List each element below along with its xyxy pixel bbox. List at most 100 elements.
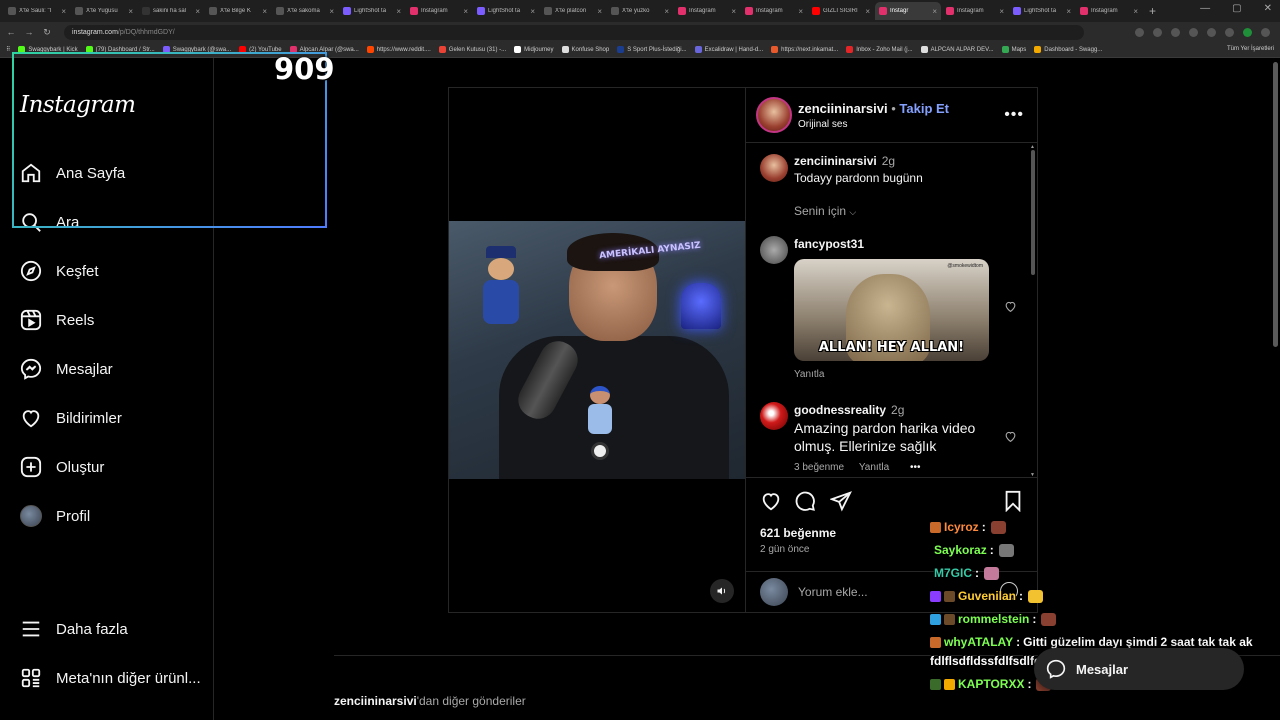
comment-avatar[interactable] [760, 236, 788, 264]
tab-close-icon[interactable]: × [262, 7, 267, 16]
extension-icon[interactable] [1189, 27, 1198, 37]
bookmark-item[interactable]: Maps [1001, 46, 1026, 53]
reload-icon[interactable]: ↻ [40, 27, 54, 38]
scroll-thumb[interactable] [1031, 150, 1035, 275]
page-scrollbar[interactable] [1273, 62, 1278, 347]
comment-likes[interactable]: 3 beğenme [794, 462, 844, 473]
tab-close-icon[interactable]: × [731, 7, 736, 16]
like-icon[interactable] [760, 490, 782, 512]
bookmark-item[interactable]: https://next.inkamat... [771, 46, 838, 53]
video-frame[interactable]: AMERİKALI AYNASIZ [449, 221, 745, 479]
tab-close-icon[interactable]: × [530, 7, 535, 16]
sidebar-item-meta[interactable]: Meta'nın diğer ürünl... [20, 667, 201, 689]
comment-icon[interactable] [794, 490, 816, 512]
audio-label[interactable]: Orijinal ses [798, 119, 847, 130]
sidebar-item-more[interactable]: Daha fazla [20, 618, 128, 640]
bookmark-item[interactable]: Gelen Kutusu (31) -... [438, 46, 506, 53]
browser-tab[interactable]: X'te Bilge K × [205, 2, 271, 20]
messages-button[interactable]: Mesajlar [1034, 648, 1244, 690]
bookmark-item[interactable]: (79) Dashboard / Str... [85, 46, 155, 53]
browser-tab[interactable]: X'te platcon × [540, 2, 606, 20]
author-avatar[interactable] [756, 97, 792, 133]
browser-tab[interactable]: X'te Sauli: "I × [4, 2, 70, 20]
comment-avatar[interactable] [760, 402, 788, 430]
share-icon[interactable] [830, 490, 852, 512]
browser-tab[interactable]: Instagram × [1076, 2, 1142, 20]
caption-username[interactable]: zenciininarsivi [794, 154, 877, 168]
tab-close-icon[interactable]: × [195, 7, 200, 16]
comment-more-icon[interactable]: ••• [910, 462, 921, 473]
browser-tab[interactable]: X'te sakoma × [272, 2, 338, 20]
extension-icon[interactable] [1207, 27, 1216, 37]
tab-close-icon[interactable]: × [1133, 7, 1138, 16]
bookmark-item[interactable]: Inbox - Zoho Mail (j... [846, 46, 913, 53]
sidebar-item-search[interactable]: Ara [20, 211, 79, 233]
back-icon[interactable]: ← [4, 27, 18, 37]
browser-tab[interactable]: LightShot ta × [1009, 2, 1075, 20]
reply-button[interactable]: Yanıtla [794, 369, 824, 380]
browser-tab[interactable]: LightShot ta × [339, 2, 405, 20]
sidebar-item-profile[interactable]: Profil [20, 505, 90, 527]
tab-close-icon[interactable]: × [61, 7, 66, 16]
sidebar-item-notifications[interactable]: Bildirimler [20, 407, 122, 429]
browser-tab[interactable]: Instagram × [741, 2, 807, 20]
bookmark-icon[interactable] [1002, 490, 1024, 512]
browser-tab[interactable]: Instagr × [875, 2, 941, 20]
tab-close-icon[interactable]: × [1066, 7, 1071, 16]
tab-close-icon[interactable]: × [664, 7, 669, 16]
bookmark-item[interactable]: Swaggybark (@swa... [162, 46, 231, 53]
extension-icon[interactable] [1171, 27, 1180, 37]
follow-button[interactable]: Takip Et [899, 101, 949, 116]
tab-close-icon[interactable]: × [999, 7, 1004, 16]
browser-tab[interactable]: LightShot ta × [473, 2, 539, 20]
more-options-icon[interactable]: ••• [1004, 106, 1024, 124]
more-posts-username[interactable]: zenciininarsivi [334, 694, 417, 708]
sidebar-item-reels[interactable]: Reels [20, 309, 94, 331]
extension-icon[interactable] [1153, 27, 1162, 37]
like-comment-icon[interactable] [1004, 300, 1017, 313]
browser-tab[interactable]: sakini ha sal × [138, 2, 204, 20]
tab-close-icon[interactable]: × [329, 7, 334, 16]
sidebar-item-explore[interactable]: Keşfet [20, 260, 99, 282]
comment-sort-dropdown[interactable]: Senin için ⌵ [794, 204, 856, 218]
all-bookmarks[interactable]: Tüm Yer İşaretleri [1227, 46, 1274, 52]
bookmark-item[interactable]: Dashboard - Swagg... [1034, 46, 1102, 53]
browser-tab[interactable]: Instagram × [942, 2, 1008, 20]
url-field[interactable]: instagram.com/p/DQ/thhmdGDY/ [64, 24, 1084, 40]
comment-username[interactable]: goodnessreality [794, 403, 886, 417]
tab-close-icon[interactable]: × [865, 7, 870, 16]
instagram-logo[interactable]: Instagram [20, 92, 136, 118]
extension-icon[interactable] [1225, 27, 1234, 37]
new-tab-icon[interactable]: + [1149, 4, 1156, 18]
bookmark-item[interactable]: ALPCAN ALPAR DEV... [920, 46, 994, 53]
forward-icon[interactable]: → [22, 27, 36, 37]
bookmark-item[interactable]: Swaggybark | Kick [18, 46, 78, 53]
tab-close-icon[interactable]: × [932, 7, 937, 16]
bookmark-item[interactable]: Excalidraw | Hand-d... [694, 46, 763, 53]
close-window-icon[interactable]: ✕ [1264, 3, 1272, 14]
likes-count[interactable]: 621 beğenme [760, 526, 836, 540]
tab-close-icon[interactable]: × [597, 7, 602, 16]
comment-username[interactable]: fancypost31 [794, 237, 864, 251]
browser-tab[interactable]: GIZLI SIGIRI × [808, 2, 874, 20]
tab-close-icon[interactable]: × [798, 7, 803, 16]
bookmark-item[interactable]: S Sport Plus-İstediği... [617, 46, 687, 53]
browser-tab[interactable]: X'te Yugusu × [71, 2, 137, 20]
extension-icon[interactable] [1135, 27, 1144, 37]
tab-close-icon[interactable]: × [128, 7, 133, 16]
maximize-icon[interactable]: ▢ [1232, 3, 1241, 14]
like-comment-icon[interactable] [1004, 430, 1017, 443]
caption-avatar[interactable] [760, 154, 788, 182]
apps-icon[interactable]: ⠿ [6, 46, 10, 53]
comments-scrollbar[interactable]: ▲ ▼ [1030, 144, 1036, 478]
comment-gif[interactable]: @smokewidtom ALLAN! HEY ALLAN! [794, 259, 989, 361]
bookmark-item[interactable]: Konfuse Shop [561, 46, 609, 53]
minimize-icon[interactable]: — [1200, 3, 1210, 14]
author-username[interactable]: zenciininarsivi [798, 101, 888, 116]
tab-close-icon[interactable]: × [396, 7, 401, 16]
sidebar-item-home[interactable]: Ana Sayfa [20, 162, 125, 184]
volume-button[interactable] [710, 579, 734, 603]
bookmark-item[interactable]: Midjourney [514, 46, 554, 53]
browser-tab[interactable]: Instagram × [674, 2, 740, 20]
browser-tab[interactable]: Instagram × [406, 2, 472, 20]
